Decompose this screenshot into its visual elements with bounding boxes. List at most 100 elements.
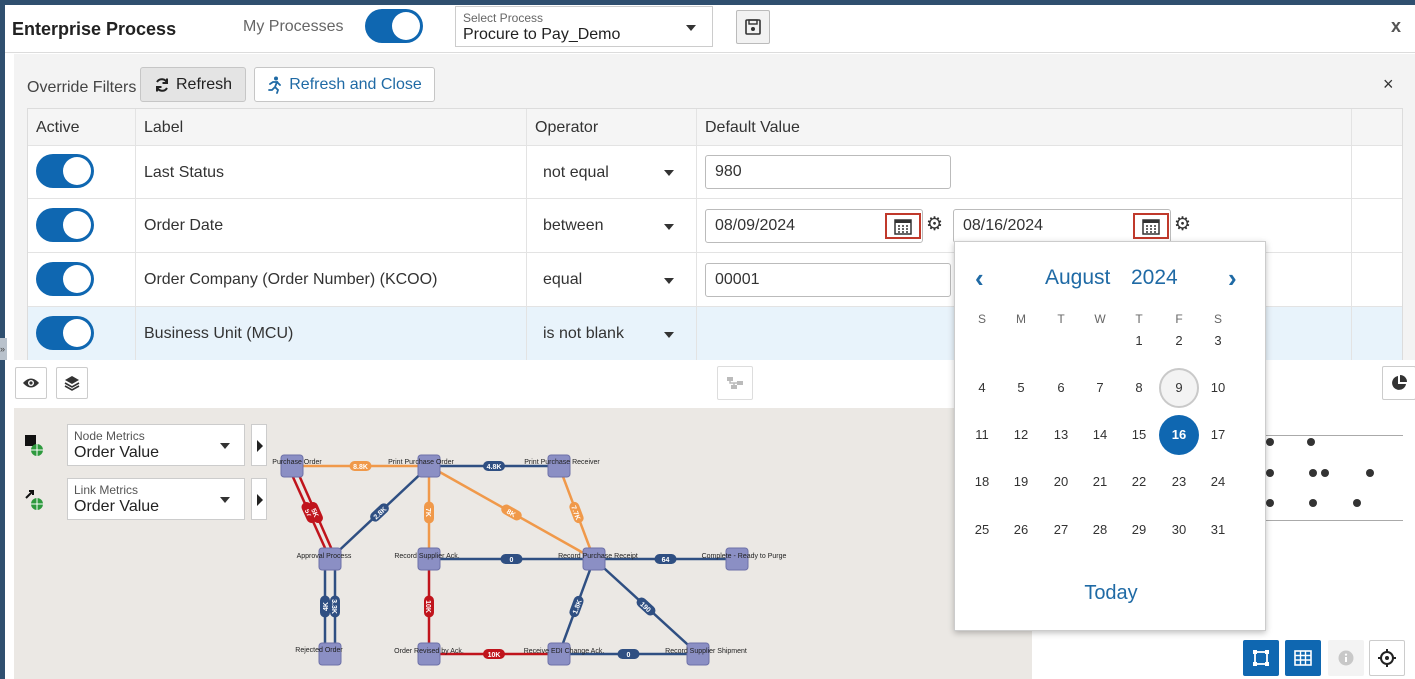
calendar-day[interactable]: 18 <box>962 462 1002 502</box>
active-toggle[interactable] <box>36 316 94 350</box>
calendar-day[interactable]: 11 <box>962 415 1002 455</box>
calendar-day[interactable]: 29 <box>1119 510 1159 550</box>
calendar-day[interactable]: 28 <box>1080 510 1120 550</box>
table-icon <box>1294 650 1312 666</box>
datepicker-month[interactable]: August <box>1045 266 1110 290</box>
calendar-day[interactable]: 14 <box>1080 415 1120 455</box>
save-icon <box>745 19 761 35</box>
svg-text:4K: 4K <box>323 602 330 611</box>
chart-button[interactable] <box>1382 366 1415 400</box>
node-label: Rejected Order <box>295 647 343 654</box>
link-label: 1.8K <box>569 595 584 618</box>
calendar-day[interactable]: 25 <box>962 510 1002 550</box>
calendar-day[interactable]: 22 <box>1119 462 1159 502</box>
active-toggle[interactable] <box>36 262 94 296</box>
gear-icon[interactable]: ⚙ <box>1174 213 1191 236</box>
calendar-day[interactable]: 17 <box>1198 415 1238 455</box>
calendar-day[interactable]: 16 <box>1159 415 1199 455</box>
calendar-day[interactable]: 4 <box>962 368 1002 408</box>
calendar-day[interactable]: 23 <box>1159 462 1199 502</box>
calendar-day[interactable]: 30 <box>1159 510 1199 550</box>
column-divider <box>135 109 136 360</box>
chevron-down-icon <box>664 278 674 284</box>
process-graph[interactable]: 8.8K 4.8K575K 2.8K 7K 8K 7.7K0 644K 3.3K 10K10K1… <box>14 408 1032 679</box>
calendar-day[interactable]: 24 <box>1198 462 1238 502</box>
refresh-label: Refresh <box>175 75 233 93</box>
filter-label: Order Date <box>144 217 224 234</box>
side-panel-handle[interactable]: » <box>0 338 7 360</box>
calendar-day[interactable]: 27 <box>1041 510 1081 550</box>
close-filters-icon[interactable]: × <box>1383 74 1394 95</box>
select-process-dropdown[interactable]: Select Process Procure to Pay_Demo <box>455 6 713 47</box>
operator-select[interactable]: between <box>543 217 604 235</box>
eye-icon <box>23 378 39 388</box>
link-label: 3.3K <box>330 595 340 618</box>
process-map-button[interactable] <box>717 366 753 400</box>
crosshair-icon <box>1378 649 1396 667</box>
active-toggle[interactable] <box>36 154 94 188</box>
svg-text:8.8K: 8.8K <box>353 464 368 471</box>
info-button[interactable] <box>1328 640 1364 676</box>
node-label: Purchase Order <box>272 459 322 466</box>
datepicker-year[interactable]: 2024 <box>1131 266 1178 290</box>
link-label: 10K <box>483 649 505 659</box>
calendar-day[interactable]: 9 <box>1159 368 1199 408</box>
close-icon[interactable]: x <box>1391 16 1401 37</box>
column-header-active: Active <box>36 119 80 136</box>
calendar-day[interactable]: 21 <box>1080 462 1120 502</box>
calendar-day[interactable]: 31 <box>1198 510 1238 550</box>
refresh-and-close-button[interactable]: Refresh and Close <box>254 67 435 102</box>
chevron-down-icon <box>664 224 674 230</box>
center-button[interactable] <box>1369 640 1405 676</box>
calendar-day[interactable]: 1 <box>1119 321 1159 361</box>
calendar-icon[interactable] <box>885 213 921 239</box>
svg-text:3.3K: 3.3K <box>330 599 337 614</box>
chevron-left-icon[interactable]: ‹ <box>975 265 984 291</box>
save-button[interactable] <box>736 10 770 44</box>
svg-text:7K: 7K <box>424 508 431 517</box>
calendar-day[interactable]: 20 <box>1041 462 1081 502</box>
chart-dot <box>1266 469 1274 477</box>
grid-view-button[interactable] <box>1285 640 1321 676</box>
my-processes-toggle[interactable] <box>365 9 423 43</box>
calendar-day[interactable]: 13 <box>1041 415 1081 455</box>
calendar-day[interactable]: 6 <box>1041 368 1081 408</box>
layers-button[interactable] <box>56 367 88 399</box>
calendar-day[interactable]: 10 <box>1198 368 1238 408</box>
chart-dot <box>1309 469 1317 477</box>
process-graph-canvas[interactable]: Node Metrics Order Value Link Metrics Or… <box>14 408 1032 679</box>
operator-select[interactable]: equal <box>543 271 582 289</box>
calendar-day[interactable]: 15 <box>1119 415 1159 455</box>
node-label: Print Purchase Order <box>388 459 454 466</box>
refresh-button[interactable]: Refresh <box>140 67 246 102</box>
weekday-label: W <box>1094 312 1106 326</box>
chart-dot <box>1307 438 1315 446</box>
override-filters-label: Override Filters <box>27 79 137 96</box>
calendar-day[interactable]: 3 <box>1198 321 1238 361</box>
calendar-day[interactable]: 5 <box>1001 368 1041 408</box>
weekday-label: T <box>1057 312 1065 326</box>
calendar-day[interactable]: 2 <box>1159 321 1199 361</box>
gear-icon[interactable]: ⚙ <box>926 213 943 236</box>
chevron-right-icon[interactable]: › <box>1228 265 1237 291</box>
today-button[interactable]: Today <box>955 582 1267 605</box>
frame-icon <box>1253 650 1269 666</box>
default-value-input[interactable]: 980 <box>705 155 951 189</box>
calendar-icon[interactable] <box>1133 213 1169 239</box>
chevron-down-icon <box>664 332 674 338</box>
link-label: 0 <box>500 554 523 564</box>
calendar-day[interactable]: 8 <box>1119 368 1159 408</box>
default-value-input[interactable]: 00001 <box>705 263 951 297</box>
fit-view-button[interactable] <box>1243 640 1279 676</box>
calendar-day[interactable]: 19 <box>1001 462 1041 502</box>
svg-text:10K: 10K <box>424 600 431 613</box>
operator-select[interactable]: not equal <box>543 164 609 182</box>
calendar-day[interactable]: 12 <box>1001 415 1041 455</box>
column-divider <box>1351 109 1352 360</box>
calendar-day[interactable]: 26 <box>1001 510 1041 550</box>
operator-select[interactable]: is not blank <box>543 325 624 343</box>
visibility-button[interactable] <box>15 367 47 399</box>
svg-text:0: 0 <box>510 557 514 564</box>
active-toggle[interactable] <box>36 208 94 242</box>
calendar-day[interactable]: 7 <box>1080 368 1120 408</box>
